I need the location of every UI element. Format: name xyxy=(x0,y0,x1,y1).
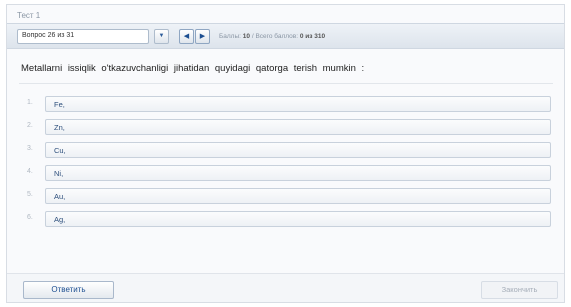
answer-row: 3. Cu, xyxy=(19,142,553,158)
answer-number: 3. xyxy=(27,145,33,152)
answer-number: 2. xyxy=(27,122,33,129)
score-label: Баллы: xyxy=(219,33,241,40)
chevron-down-icon[interactable]: ▼ xyxy=(154,29,169,44)
total-label: Всего баллов: xyxy=(255,33,299,40)
question-text: Metallarni issiqlik o'tkazuvchanligi jih… xyxy=(21,63,365,74)
answer-row: 1. Fe, xyxy=(19,96,553,112)
score-value: 10 xyxy=(242,33,250,40)
answer-option-1[interactable]: Fe, xyxy=(45,96,551,112)
answer-option-6[interactable]: Ag, xyxy=(45,211,551,227)
answer-row: 2. Zn, xyxy=(19,119,553,135)
answer-option-4[interactable]: Ni, xyxy=(45,165,551,181)
finish-test-button[interactable]: Закончить xyxy=(481,281,558,299)
answer-list: 1. Fe, 2. Zn, 3. Cu, 4. Ni, 5. Au, 6. Ag… xyxy=(19,96,553,234)
answer-row: 6. Ag, xyxy=(19,211,553,227)
answer-number: 5. xyxy=(27,191,33,198)
prev-question-button[interactable]: ◀ xyxy=(179,29,194,44)
answer-number: 4. xyxy=(27,168,33,175)
toolbar: Вопрос 26 из 31 ▼ ◀ ▶ Баллы: 10 / Всего … xyxy=(7,23,564,49)
score-display: Баллы: 10 / Всего баллов: 0 из 310 xyxy=(219,33,325,40)
total-value: 0 из 310 xyxy=(299,33,326,40)
answer-option-2[interactable]: Zn, xyxy=(45,119,551,135)
score-separator: / xyxy=(251,33,254,40)
test-window: Тест 1 Вопрос 26 из 31 ▼ ◀ ▶ Баллы: 10 /… xyxy=(6,4,565,303)
footer-bar: Ответить Закончить xyxy=(7,273,564,302)
divider xyxy=(19,83,553,84)
window-title: Тест 1 xyxy=(17,11,41,20)
answer-option-3[interactable]: Cu, xyxy=(45,142,551,158)
answer-number: 1. xyxy=(27,99,33,106)
submit-answer-button[interactable]: Ответить xyxy=(23,281,114,299)
answer-option-5[interactable]: Au, xyxy=(45,188,551,204)
answer-number: 6. xyxy=(27,214,33,221)
next-question-button[interactable]: ▶ xyxy=(195,29,210,44)
answer-row: 4. Ni, xyxy=(19,165,553,181)
answer-row: 5. Au, xyxy=(19,188,553,204)
question-select[interactable]: Вопрос 26 из 31 xyxy=(17,29,149,44)
